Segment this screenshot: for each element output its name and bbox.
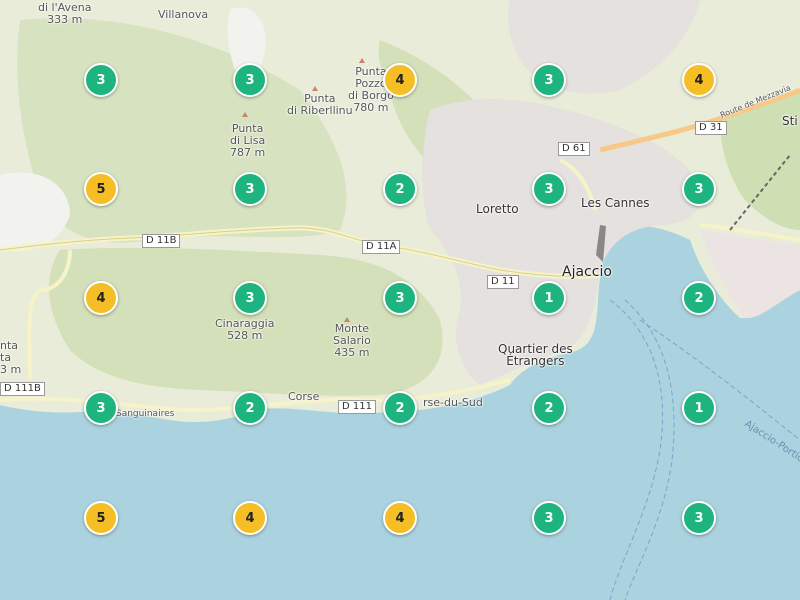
map-view[interactable]: di l'Avena 333 m Villanova Punta Pozzo di B… — [0, 0, 800, 600]
place-left-edge: nta ta 3 m — [0, 339, 22, 376]
cluster-marker[interactable]: 1 — [532, 281, 566, 315]
cluster-marker[interactable]: 3 — [233, 172, 267, 206]
place-quartier-etrangers: Quartier des Étrangers — [498, 342, 573, 368]
road-label-d31: D 31 — [695, 121, 727, 135]
place-punta-riberllinu: Punta di Riberllinu — [287, 92, 353, 117]
ferry-route-2 — [624, 299, 675, 600]
cluster-marker[interactable]: 3 — [682, 501, 716, 535]
road-label-d11b: D 11B — [142, 234, 181, 248]
cluster-marker[interactable]: 3 — [84, 63, 118, 97]
cluster-marker[interactable]: 4 — [682, 63, 716, 97]
cluster-marker[interactable]: 1 — [682, 391, 716, 425]
place-ajaccio: Ajaccio — [562, 264, 612, 280]
place-corse-du-sud: rse-du-Sud — [423, 396, 483, 409]
place-villanova: Villanova — [158, 8, 209, 21]
place-les-cannes: Les Cannes — [581, 196, 650, 210]
cluster-marker[interactable]: 3 — [383, 281, 417, 315]
road-label-d111: D 111 — [338, 400, 376, 414]
cluster-marker[interactable]: 5 — [84, 172, 118, 206]
peak-icon — [242, 112, 248, 117]
place-loretto: Loretto — [476, 202, 519, 216]
cluster-marker[interactable]: 2 — [233, 391, 267, 425]
cluster-marker[interactable]: 3 — [532, 63, 566, 97]
cluster-marker[interactable]: 4 — [84, 281, 118, 315]
cluster-marker[interactable]: 4 — [383, 63, 417, 97]
cluster-marker[interactable]: 3 — [84, 391, 118, 425]
place-cinaraggia: Cinaraggia 528 m — [215, 317, 275, 342]
place-sti: Sti — [782, 114, 798, 128]
cluster-marker[interactable]: 3 — [532, 172, 566, 206]
peak-icon — [359, 58, 365, 63]
ferry-route — [609, 299, 663, 600]
road-label-d11a: D 11A — [362, 240, 401, 254]
cluster-marker[interactable]: 2 — [383, 172, 417, 206]
cluster-marker[interactable]: 3 — [233, 281, 267, 315]
place-punta-lisa: Punta di Lisa 787 m — [230, 122, 266, 159]
place-avena: di l'Avena 333 m — [38, 1, 92, 26]
cluster-marker[interactable]: 4 — [233, 501, 267, 535]
place-sanguinaires: Sanguinaires — [116, 409, 175, 419]
road-label-d11: D 11 — [487, 275, 519, 289]
cluster-marker[interactable]: 3 — [682, 172, 716, 206]
place-monte-salario: Monte Salario 435 m — [333, 322, 371, 359]
ferry-route-3 — [639, 319, 800, 441]
cluster-marker[interactable]: 3 — [233, 63, 267, 97]
cluster-marker[interactable]: 3 — [532, 501, 566, 535]
place-corse: Corse — [288, 390, 320, 403]
road-label-d111b: D 111B — [0, 382, 45, 396]
peak-icon — [312, 86, 318, 91]
cluster-marker[interactable]: 2 — [532, 391, 566, 425]
cluster-marker[interactable]: 5 — [84, 501, 118, 535]
cluster-marker[interactable]: 4 — [383, 501, 417, 535]
road-label-d61: D 61 — [558, 142, 590, 156]
cluster-marker[interactable]: 2 — [682, 281, 716, 315]
cluster-marker[interactable]: 2 — [383, 391, 417, 425]
